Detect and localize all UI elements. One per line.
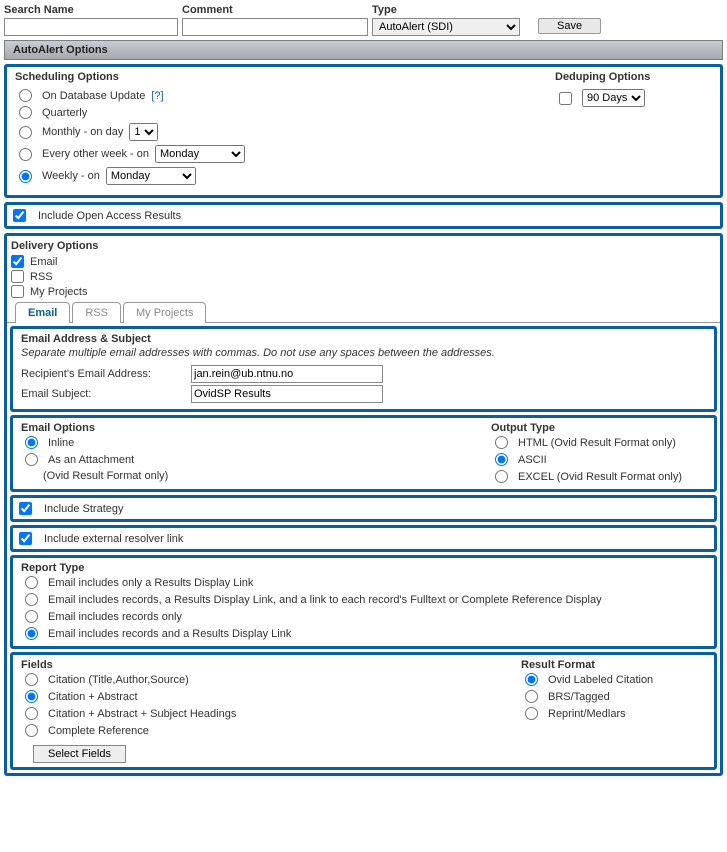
radio-rf-brs[interactable] xyxy=(525,690,538,703)
comment-label: Comment xyxy=(182,4,368,16)
label-ascii: ASCII xyxy=(518,454,547,466)
eow-day-select[interactable]: Monday xyxy=(155,145,245,163)
radio-rf-ovid[interactable] xyxy=(525,673,538,686)
comment-input[interactable] xyxy=(182,18,368,36)
radio-rt3[interactable] xyxy=(25,610,38,623)
monthly-day-select[interactable]: 1 xyxy=(129,123,158,141)
help-icon[interactable]: [?] xyxy=(151,90,163,102)
select-fields-button[interactable]: Select Fields xyxy=(33,745,126,763)
label-attachment: As an Attachment xyxy=(48,454,134,466)
include-resolver-panel: Include external resolver link xyxy=(10,525,717,552)
radio-ascii[interactable] xyxy=(495,453,508,466)
label-eow: Every other week - on xyxy=(42,148,149,160)
email-options-panel: Email Options Inline As an Attachment (O… xyxy=(10,415,717,492)
email-options-title: Email Options xyxy=(21,422,491,434)
label-field-citation: Citation (Title,Author,Source) xyxy=(48,674,189,686)
label-field-citation-abstract-sh: Citation + Abstract + Subject Headings xyxy=(48,708,236,720)
label-field-complete: Complete Reference xyxy=(48,725,149,737)
search-name-label: Search Name xyxy=(4,4,178,16)
label-db-update: On Database Update xyxy=(42,90,145,102)
label-weekly: Weekly - on xyxy=(42,170,100,182)
radio-rt2[interactable] xyxy=(25,593,38,606)
recipient-input[interactable] xyxy=(191,365,383,383)
radio-monthly[interactable] xyxy=(19,126,32,139)
label-html: HTML (Ovid Result Format only) xyxy=(518,437,676,449)
include-open-access-panel: Include Open Access Results xyxy=(4,202,723,229)
radio-db-update[interactable] xyxy=(19,89,32,102)
fields-panel: Fields Citation (Title,Author,Source) Ci… xyxy=(10,652,717,770)
include-open-access-checkbox[interactable] xyxy=(13,209,26,222)
weekly-day-select[interactable]: Monday xyxy=(106,167,196,185)
include-strategy-checkbox[interactable] xyxy=(19,502,32,515)
email-address-hint: Separate multiple email addresses with c… xyxy=(21,347,706,359)
delivery-myprojects-checkbox[interactable] xyxy=(11,285,24,298)
delivery-tabs: Email RSS My Projects xyxy=(15,301,720,322)
include-strategy-panel: Include Strategy xyxy=(10,495,717,522)
scheduling-title: Scheduling Options xyxy=(15,71,555,83)
type-label: Type xyxy=(372,4,520,16)
radio-inline[interactable] xyxy=(25,436,38,449)
label-field-citation-abstract: Citation + Abstract xyxy=(48,691,138,703)
radio-quarterly[interactable] xyxy=(19,106,32,119)
report-type-panel: Report Type Email includes only a Result… xyxy=(10,555,717,649)
radio-rt1[interactable] xyxy=(25,576,38,589)
subject-input[interactable] xyxy=(191,385,383,403)
label-rt2: Email includes records, a Results Displa… xyxy=(48,594,602,606)
result-format-title: Result Format xyxy=(521,659,706,671)
autoalert-options-header: AutoAlert Options xyxy=(4,40,723,60)
email-address-panel: Email Address & Subject Separate multipl… xyxy=(10,326,717,412)
delivery-rss-label: RSS xyxy=(30,271,53,283)
delivery-rss-checkbox[interactable] xyxy=(11,270,24,283)
report-type-title: Report Type xyxy=(21,562,706,574)
deduping-select[interactable]: 90 Days xyxy=(582,89,645,107)
delivery-email-checkbox[interactable] xyxy=(11,255,24,268)
radio-html[interactable] xyxy=(495,436,508,449)
label-rt4: Email includes records and a Results Dis… xyxy=(48,628,291,640)
label-monthly: Monthly - on day xyxy=(42,126,123,138)
radio-attachment[interactable] xyxy=(25,453,38,466)
label-quarterly: Quarterly xyxy=(42,107,87,119)
type-select[interactable]: AutoAlert (SDI) xyxy=(372,18,520,36)
label-inline: Inline xyxy=(48,437,74,449)
label-rt3: Email includes records only xyxy=(48,611,182,623)
radio-rt4[interactable] xyxy=(25,627,38,640)
delivery-myprojects-label: My Projects xyxy=(30,286,87,298)
radio-weekly[interactable] xyxy=(19,170,32,183)
recipient-label: Recipient's Email Address: xyxy=(21,368,191,380)
output-type-title: Output Type xyxy=(491,422,706,434)
delivery-email-label: Email xyxy=(30,256,58,268)
label-attachment-note: (Ovid Result Format only) xyxy=(21,468,491,484)
tab-email[interactable]: Email xyxy=(15,302,70,323)
include-strategy-label: Include Strategy xyxy=(44,503,124,515)
fields-title: Fields xyxy=(21,659,521,671)
radio-field-citation-abstract[interactable] xyxy=(25,690,38,703)
label-excel: EXCEL (Ovid Result Format only) xyxy=(518,471,682,483)
email-address-title: Email Address & Subject xyxy=(21,333,706,345)
include-open-access-label: Include Open Access Results xyxy=(38,210,181,222)
include-resolver-checkbox[interactable] xyxy=(19,532,32,545)
delivery-panel: Delivery Options Email RSS My Projects E… xyxy=(4,233,723,776)
deduping-checkbox[interactable] xyxy=(559,92,572,105)
include-resolver-label: Include external resolver link xyxy=(44,533,183,545)
top-fields: Search Name Comment Type AutoAlert (SDI)… xyxy=(4,4,723,36)
email-tab-body: Email Address & Subject Separate multipl… xyxy=(7,322,720,770)
label-rf-reprint: Reprint/Medlars xyxy=(548,708,626,720)
scheduling-panel: Scheduling Options On Database Update [?… xyxy=(4,64,723,198)
label-rf-brs: BRS/Tagged xyxy=(548,691,610,703)
tab-rss[interactable]: RSS xyxy=(72,302,121,323)
radio-field-citation-abstract-sh[interactable] xyxy=(25,707,38,720)
radio-excel[interactable] xyxy=(495,470,508,483)
tab-myprojects[interactable]: My Projects xyxy=(123,302,206,323)
delivery-title: Delivery Options xyxy=(11,240,716,252)
deduping-title: Deduping Options xyxy=(555,71,712,83)
save-button[interactable]: Save xyxy=(538,18,601,34)
subject-label: Email Subject: xyxy=(21,388,191,400)
radio-eow[interactable] xyxy=(19,148,32,161)
label-rt1: Email includes only a Results Display Li… xyxy=(48,577,253,589)
radio-rf-reprint[interactable] xyxy=(525,707,538,720)
label-rf-ovid: Ovid Labeled Citation xyxy=(548,674,653,686)
search-name-input[interactable] xyxy=(4,18,178,36)
radio-field-complete[interactable] xyxy=(25,724,38,737)
radio-field-citation[interactable] xyxy=(25,673,38,686)
